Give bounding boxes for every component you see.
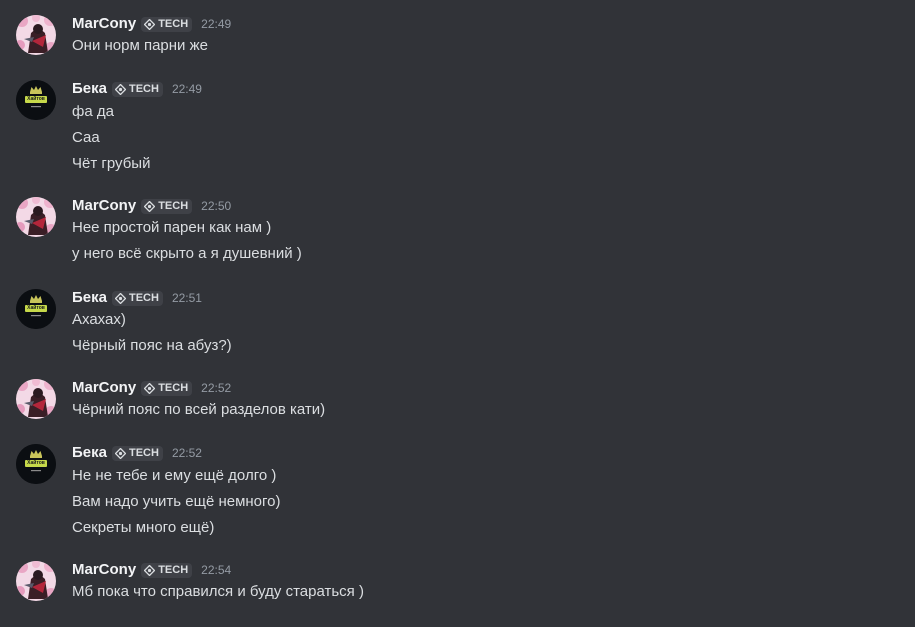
avatar[interactable] <box>16 15 56 55</box>
username[interactable]: Бека <box>72 442 107 464</box>
message-text: Вам надо учить ещё немного) <box>72 493 281 510</box>
avatar[interactable]: Хайтов <box>16 80 56 120</box>
message-text: Секреты много ещё) <box>72 519 215 536</box>
message-header: Бека TECH 22:49 <box>72 78 202 100</box>
avatar[interactable]: Хайтов <box>16 289 56 329</box>
marcony-avatar-image <box>16 379 56 419</box>
marcony-avatar-image <box>16 15 56 55</box>
message-header: Бека TECH 22:51 <box>72 287 202 309</box>
message-text: Чёт грубый <box>72 155 151 172</box>
chat-message-list: MarCony TECH 22:49 Они норм парни же Хай… <box>0 0 915 627</box>
server-tag-badge[interactable]: TECH <box>111 445 163 461</box>
username[interactable]: MarCony <box>72 195 136 217</box>
message-text: Саа <box>72 129 100 146</box>
server-tag-badge[interactable]: TECH <box>111 81 163 97</box>
diamond-icon <box>114 83 126 95</box>
server-tag-badge[interactable]: TECH <box>141 198 193 214</box>
server-tag-badge[interactable]: TECH <box>141 16 193 32</box>
server-tag-badge[interactable]: TECH <box>141 380 193 396</box>
avatar-logo-text: Хайтов <box>27 305 45 311</box>
username[interactable]: Бека <box>72 78 107 100</box>
server-tag-label: TECH <box>128 82 159 95</box>
server-tag-label: TECH <box>128 291 159 304</box>
server-tag-badge[interactable]: TECH <box>141 562 193 578</box>
message-text: Ахахах) <box>72 311 126 328</box>
message-text: Чёрний пояс по всей разделов кати) <box>72 401 326 418</box>
message-text: Не не тебе и ему ещё долго ) <box>72 467 277 484</box>
username[interactable]: Бека <box>72 287 107 309</box>
message-text: Они норм парни же <box>72 37 208 54</box>
username[interactable]: MarCony <box>72 559 136 581</box>
avatar[interactable] <box>16 379 56 419</box>
avatar[interactable] <box>16 197 56 237</box>
timestamp[interactable]: 22:54 <box>201 559 231 581</box>
avatar-logo-text: Хайтов <box>27 460 45 466</box>
message-text: Чёрный пояс на абуз?) <box>72 337 232 354</box>
message-text: фа да <box>72 103 114 120</box>
avatar[interactable] <box>16 561 56 601</box>
message-header: MarCony TECH 22:52 <box>72 377 231 399</box>
message-text: Нее простой парен как нам ) <box>72 219 272 236</box>
diamond-icon <box>144 200 156 212</box>
server-tag-label: TECH <box>158 17 189 30</box>
timestamp[interactable]: 22:50 <box>201 195 231 217</box>
server-tag-badge[interactable]: TECH <box>111 290 163 306</box>
username[interactable]: MarCony <box>72 377 136 399</box>
diamond-icon <box>144 18 156 30</box>
message-header: MarCony TECH 22:50 <box>72 195 231 217</box>
timestamp[interactable]: 22:49 <box>201 13 231 35</box>
username[interactable]: MarCony <box>72 13 136 35</box>
diamond-icon <box>144 564 156 576</box>
server-tag-label: TECH <box>128 446 159 459</box>
diamond-icon <box>114 292 126 304</box>
marcony-avatar-image <box>16 197 56 237</box>
avatar[interactable]: Хайтов <box>16 444 56 484</box>
message-header: Бека TECH 22:52 <box>72 442 202 464</box>
message-text: Мб пока что справился и буду стараться ) <box>72 583 364 600</box>
avatar-logo-text: Хайтов <box>27 96 45 102</box>
timestamp[interactable]: 22:52 <box>172 442 202 464</box>
server-tag-label: TECH <box>158 563 189 576</box>
message-header: MarCony TECH 22:54 <box>72 559 231 581</box>
server-tag-label: TECH <box>158 199 189 212</box>
server-tag-label: TECH <box>158 381 189 394</box>
timestamp[interactable]: 22:52 <box>201 377 231 399</box>
marcony-avatar-image <box>16 561 56 601</box>
timestamp[interactable]: 22:51 <box>172 287 202 309</box>
diamond-icon <box>144 382 156 394</box>
message-header: MarCony TECH 22:49 <box>72 13 231 35</box>
timestamp[interactable]: 22:49 <box>172 78 202 100</box>
message-text: у него всё скрыто а я душевний ) <box>72 245 302 262</box>
diamond-icon <box>114 447 126 459</box>
